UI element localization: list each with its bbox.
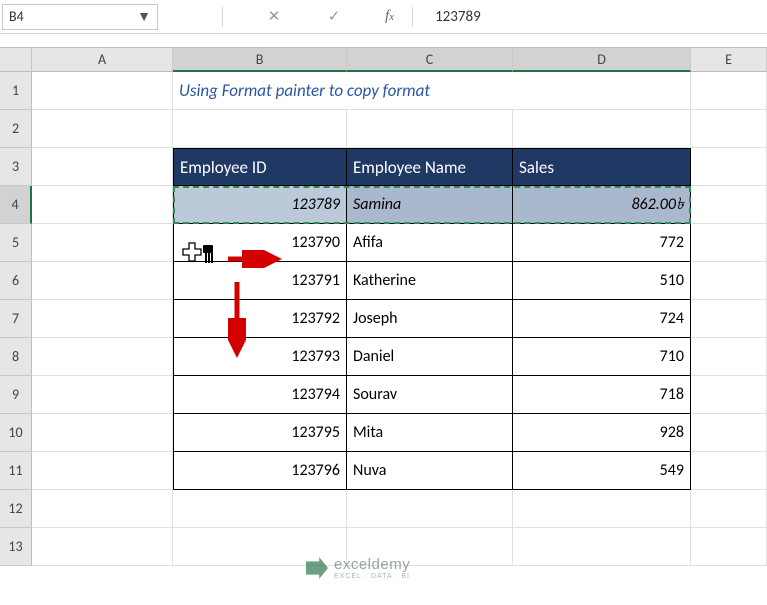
cell[interactable] xyxy=(691,72,767,110)
cell[interactable] xyxy=(691,414,767,452)
cell[interactable] xyxy=(32,300,173,338)
row-header-10[interactable]: 10 xyxy=(0,414,32,452)
cell[interactable] xyxy=(691,300,767,338)
cancel-icon[interactable]: ✕ xyxy=(265,7,283,26)
title-cell[interactable]: Using Format painter to copy format xyxy=(173,72,691,110)
table-header-sales[interactable]: Sales xyxy=(513,148,691,186)
table-cell[interactable]: 549 xyxy=(513,452,691,490)
table-cell[interactable]: Joseph xyxy=(347,300,513,338)
cell[interactable] xyxy=(32,262,173,300)
name-box-value: B4 xyxy=(9,8,24,25)
row-header-11[interactable]: 11 xyxy=(0,452,32,490)
cell[interactable] xyxy=(691,148,767,186)
col-header-e[interactable]: E xyxy=(691,48,767,72)
row-header-13[interactable]: 13 xyxy=(0,528,32,566)
table-cell[interactable]: 123795 xyxy=(173,414,347,452)
watermark-sub: EXCEL · DATA · BI xyxy=(334,573,410,580)
cell[interactable] xyxy=(173,490,347,528)
chevron-down-icon[interactable]: ▼ xyxy=(137,8,151,25)
formula-bar: B4 ▼ ✕ ✓ fx 123789 xyxy=(0,0,767,34)
confirm-icon[interactable]: ✓ xyxy=(325,7,343,26)
cell[interactable] xyxy=(32,528,173,566)
cell[interactable] xyxy=(691,490,767,528)
cell[interactable] xyxy=(513,490,691,528)
row-header-8[interactable]: 8 xyxy=(0,338,32,376)
cell[interactable] xyxy=(32,224,173,262)
divider xyxy=(222,7,223,27)
cell[interactable] xyxy=(32,186,173,224)
row-header-1[interactable]: 1 xyxy=(0,72,32,110)
table-cell[interactable]: 123796 xyxy=(173,452,347,490)
select-all-corner[interactable] xyxy=(0,48,32,72)
table-cell[interactable]: 123794 xyxy=(173,376,347,414)
watermark: exceldemy EXCEL · DATA · BI xyxy=(306,556,410,580)
cell[interactable] xyxy=(32,452,173,490)
cell[interactable] xyxy=(691,262,767,300)
cell[interactable] xyxy=(173,110,347,148)
cell[interactable] xyxy=(347,490,513,528)
spreadsheet-grid[interactable]: A B C D E 1 Using Format painter to copy… xyxy=(0,48,767,566)
row-header-12[interactable]: 12 xyxy=(0,490,32,528)
cell[interactable] xyxy=(691,452,767,490)
cell[interactable] xyxy=(691,110,767,148)
fx-icon[interactable]: fx xyxy=(385,8,394,25)
ribbon-edge xyxy=(0,34,767,48)
cell[interactable] xyxy=(32,72,173,110)
watermark-logo-icon xyxy=(306,557,328,579)
table-cell[interactable]: 928 xyxy=(513,414,691,452)
cell[interactable] xyxy=(513,528,691,566)
table-cell[interactable]: 123792 xyxy=(173,300,347,338)
cell[interactable] xyxy=(691,376,767,414)
table-cell[interactable]: 724 xyxy=(513,300,691,338)
row-header-4[interactable]: 4 xyxy=(0,186,32,224)
col-header-c[interactable]: C xyxy=(347,48,513,72)
table-cell[interactable]: Daniel xyxy=(347,338,513,376)
row-header-2[interactable]: 2 xyxy=(0,110,32,148)
table-cell[interactable]: 123793 xyxy=(173,338,347,376)
table-cell[interactable]: 772 xyxy=(513,224,691,262)
cell[interactable] xyxy=(691,528,767,566)
cell[interactable] xyxy=(691,186,767,224)
selected-cell-sales[interactable]: 862.00৳ xyxy=(513,186,691,224)
selected-cell-name[interactable]: Samina xyxy=(347,186,513,224)
name-box[interactable]: B4 ▼ xyxy=(2,4,158,30)
cell[interactable] xyxy=(691,338,767,376)
formula-input[interactable]: 123789 xyxy=(435,8,481,26)
cell[interactable] xyxy=(32,110,173,148)
table-cell[interactable]: Mita xyxy=(347,414,513,452)
cell[interactable] xyxy=(32,376,173,414)
cell[interactable] xyxy=(32,414,173,452)
col-header-b[interactable]: B xyxy=(173,48,347,72)
row-header-9[interactable]: 9 xyxy=(0,376,32,414)
row-header-7[interactable]: 7 xyxy=(0,300,32,338)
watermark-text: exceldemy xyxy=(334,556,410,573)
cell[interactable] xyxy=(32,490,173,528)
selected-cell-id[interactable]: 123789 xyxy=(173,186,347,224)
table-cell[interactable]: 510 xyxy=(513,262,691,300)
col-header-a[interactable]: A xyxy=(32,48,173,72)
table-cell[interactable]: 718 xyxy=(513,376,691,414)
fx-controls: ✕ ✓ fx xyxy=(222,7,394,27)
table-cell[interactable]: Sourav xyxy=(347,376,513,414)
divider xyxy=(412,7,413,27)
row-header-5[interactable]: 5 xyxy=(0,224,32,262)
table-cell[interactable]: 710 xyxy=(513,338,691,376)
table-cell[interactable]: 123790 xyxy=(173,224,347,262)
table-cell[interactable]: Katherine xyxy=(347,262,513,300)
row-header-6[interactable]: 6 xyxy=(0,262,32,300)
table-cell[interactable]: Nuva xyxy=(347,452,513,490)
table-cell[interactable]: Afifa xyxy=(347,224,513,262)
row-header-3[interactable]: 3 xyxy=(0,148,32,186)
cell[interactable] xyxy=(347,110,513,148)
table-cell[interactable]: 123791 xyxy=(173,262,347,300)
cell[interactable] xyxy=(691,224,767,262)
table-header-name[interactable]: Employee Name xyxy=(347,148,513,186)
table-header-id[interactable]: Employee ID xyxy=(173,148,347,186)
cell[interactable] xyxy=(32,338,173,376)
cell[interactable] xyxy=(32,148,173,186)
col-header-d[interactable]: D xyxy=(513,48,691,72)
cell[interactable] xyxy=(513,110,691,148)
